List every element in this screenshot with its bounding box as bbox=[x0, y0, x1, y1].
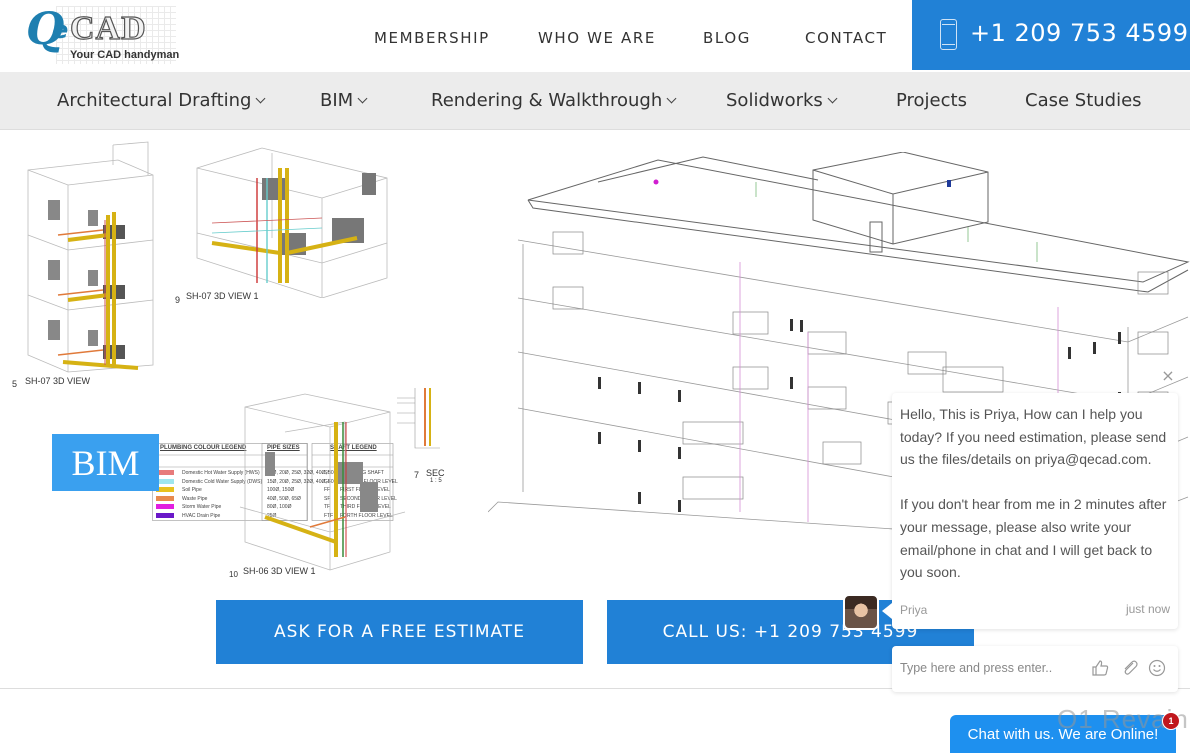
mobile-phone-icon bbox=[940, 19, 957, 50]
agent-avatar bbox=[843, 594, 879, 630]
top-nav-membership[interactable]: MEMBERSHIP bbox=[374, 29, 490, 47]
chat-close-icon[interactable]: × bbox=[1160, 368, 1176, 384]
phone-call-button[interactable]: +1 209 753 4599 bbox=[912, 0, 1190, 70]
legend-pipe-label: Waste Pipe bbox=[182, 495, 208, 502]
legend-color-swatch bbox=[156, 504, 174, 509]
nav-label: Rendering & Walkthrough bbox=[431, 90, 663, 111]
paperclip-icon[interactable] bbox=[1120, 659, 1140, 679]
chat-message-bubble: Hello, This is Priya, How can I help you… bbox=[882, 393, 1178, 629]
legend-color-swatch bbox=[156, 512, 174, 518]
top-nav-blog[interactable]: BLOG bbox=[703, 29, 751, 47]
nav-bim[interactable]: BIM bbox=[320, 90, 368, 111]
legend-pipe-label: Storm Water Pipe bbox=[182, 504, 222, 510]
nav-label: Architectural Drafting bbox=[57, 90, 252, 111]
chat-timestamp: just now bbox=[1125, 602, 1170, 616]
nav-label: BIM bbox=[320, 90, 354, 111]
chevron-down-icon bbox=[666, 93, 677, 104]
top-nav-who-we-are[interactable]: WHO WE ARE bbox=[538, 29, 656, 47]
nav-label: Solidworks bbox=[726, 90, 823, 111]
legend-color-swatch bbox=[156, 495, 174, 501]
section7-scale: 1 : 5 bbox=[430, 478, 442, 484]
nav-projects[interactable]: Projects bbox=[896, 90, 967, 111]
main-nav: Architectural Drafting BIM Rendering & W… bbox=[0, 72, 1190, 130]
nav-label: Case Studies bbox=[1025, 90, 1142, 111]
nav-architectural-drafting[interactable]: Architectural Drafting bbox=[57, 90, 266, 111]
qecad-logo[interactable]: Q e CAD Your CAD handyman bbox=[26, 4, 180, 64]
chevron-down-icon bbox=[357, 93, 368, 104]
section7-drawing bbox=[397, 388, 440, 449]
view10-caption: SH-06 3D VIEW 1 bbox=[243, 566, 316, 576]
nav-case-studies[interactable]: Case Studies bbox=[1025, 90, 1142, 111]
free-estimate-button[interactable]: ASK FOR A FREE ESTIMATE bbox=[216, 600, 583, 664]
view5-number: 5 bbox=[12, 379, 18, 389]
chat-input-box[interactable]: Type here and press enter.. bbox=[892, 646, 1178, 692]
logo-e: e bbox=[52, 16, 69, 44]
section7-number: 7 bbox=[414, 470, 420, 480]
view10-number: 10 bbox=[229, 570, 238, 579]
bubble-tail bbox=[882, 603, 892, 619]
sh07-3d-view-1-drawing bbox=[196, 147, 388, 298]
top-nav-contact[interactable]: CONTACT bbox=[805, 29, 887, 47]
legend-pipe-label: Soil Pipe bbox=[182, 487, 202, 493]
chat-agent-name: Priya bbox=[900, 603, 928, 617]
phone-number: +1 209 753 4599 bbox=[970, 19, 1189, 47]
view9-number: 9 bbox=[175, 295, 181, 305]
emoji-icon[interactable] bbox=[1147, 659, 1167, 679]
nav-solidworks[interactable]: Solidworks bbox=[726, 90, 838, 111]
bim-badge: BIM bbox=[52, 434, 159, 491]
legend-pipe-label: HVAC Drain Pipe bbox=[182, 512, 221, 519]
top-header: Q e CAD Your CAD handyman MEMBERSHIP WHO… bbox=[0, 0, 1190, 72]
chat-message-text: Hello, This is Priya, How can I help you… bbox=[900, 406, 1167, 581]
logo-tagline: Your CAD handyman bbox=[70, 49, 180, 61]
thumbs-up-icon[interactable] bbox=[1090, 659, 1110, 679]
sh07-3d-view-drawing bbox=[27, 141, 154, 373]
section7-caption: SEC bbox=[426, 468, 445, 478]
logo-cad: CAD bbox=[69, 9, 147, 47]
chevron-down-icon bbox=[827, 93, 838, 104]
chat-notification-badge: 1 bbox=[1162, 712, 1180, 730]
nav-label: Projects bbox=[896, 90, 967, 111]
view9-caption: SH-07 3D VIEW 1 bbox=[186, 291, 259, 301]
view5-caption: SH-07 3D VIEW bbox=[25, 376, 91, 386]
chat-input-placeholder[interactable]: Type here and press enter.. bbox=[900, 661, 1052, 675]
nav-rendering-walkthrough[interactable]: Rendering & Walkthrough bbox=[431, 90, 677, 111]
chevron-down-icon bbox=[256, 93, 266, 104]
